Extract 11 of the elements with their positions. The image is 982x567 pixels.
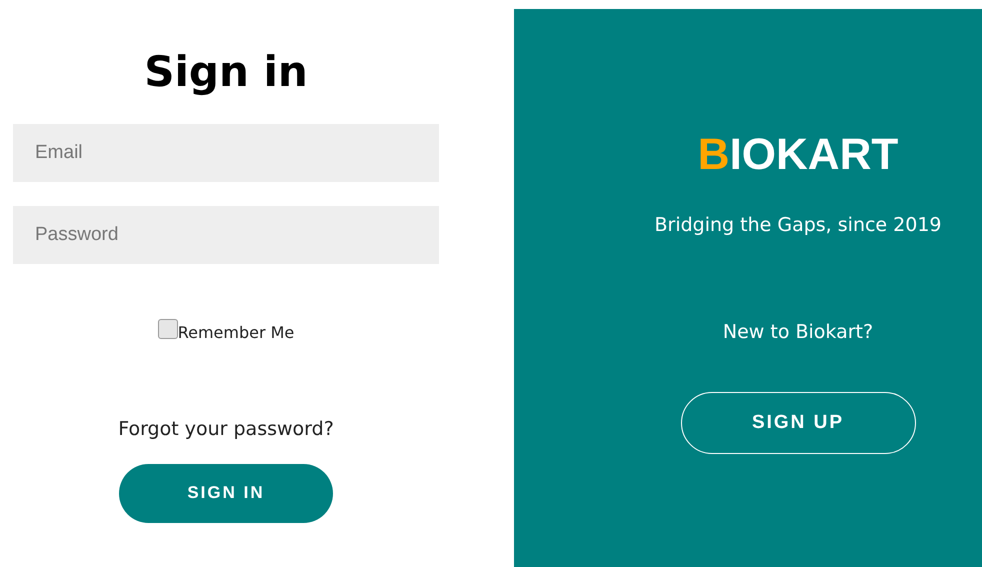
password-field[interactable]: Password <box>13 206 439 264</box>
new-user-prompt: New to Biokart? <box>722 320 874 344</box>
email-field[interactable]: Email <box>13 124 439 182</box>
tagline: Bridging the Gaps, since 2019 <box>654 213 942 238</box>
sign-in-title: Sign in <box>144 46 308 98</box>
sign-up-button[interactable]: SIGN UP <box>680 392 916 454</box>
sign-in-button[interactable]: SIGN IN <box>119 464 333 522</box>
forgot-password-link[interactable]: Forgot your password? <box>118 415 334 444</box>
remember-me-label: Remember Me <box>178 323 294 343</box>
logo: BIOKART <box>698 131 898 179</box>
remember-checkbox[interactable] <box>158 319 178 339</box>
